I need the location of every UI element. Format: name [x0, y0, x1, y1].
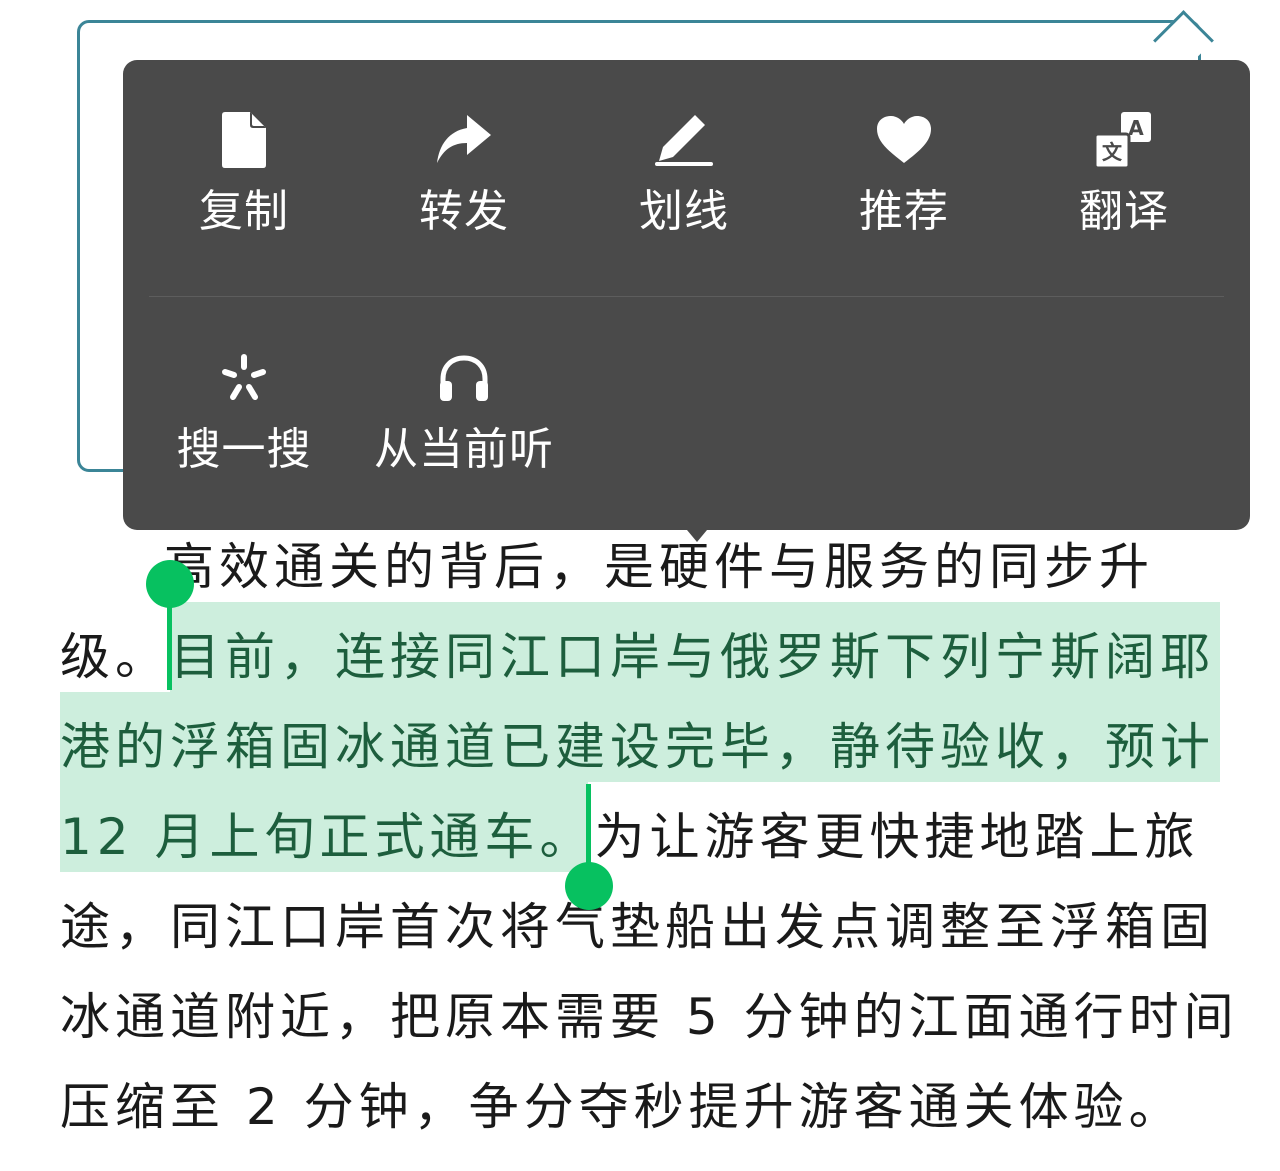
search-button[interactable]: 搜一搜	[134, 346, 354, 496]
line-4-plain-text: 为让游客更快捷地踏上旅	[594, 808, 1200, 866]
article-page: 复制 转发 划线 推荐 A 文 翻译 搜一搜 从当前听 高效通关的背后，是硬件与…	[0, 0, 1280, 1171]
underline-button[interactable]: 划线	[574, 108, 794, 258]
line-2-selected-text: 目前，连接同江口岸与俄罗斯下列宁斯阔耶	[170, 628, 1215, 686]
menu-divider	[149, 296, 1224, 297]
selection-start-handle[interactable]	[146, 560, 194, 608]
selection-end-handle[interactable]	[565, 862, 613, 910]
paragraph-line-2: 级。目前，连接同江口岸与俄罗斯下列宁斯阔耶	[60, 612, 1215, 702]
line-4-selected-text: 12 月上旬正式通车。	[60, 808, 595, 866]
menu-pointer-arrow	[677, 518, 717, 542]
translate-button[interactable]: A 文 翻译	[1014, 108, 1234, 258]
svg-text:文: 文	[1102, 140, 1123, 164]
search-label: 搜一搜	[176, 424, 312, 475]
paragraph-line-4: 12 月上旬正式通车。为让游客更快捷地踏上旅	[60, 792, 1200, 882]
translate-icon: A 文	[1092, 108, 1156, 172]
svg-text:A: A	[1128, 116, 1144, 140]
paragraph-line-6: 冰通道附近，把原本需要 5 分钟的江面通行时间	[60, 988, 1239, 1046]
search-sparkle-icon	[212, 346, 276, 410]
line-2-plain-text: 级。	[60, 628, 170, 686]
copy-label: 复制	[199, 186, 289, 237]
heart-icon	[872, 108, 936, 172]
forward-label: 转发	[419, 186, 509, 237]
selection-start-handle-bar	[167, 598, 172, 690]
paragraph-line-3: 港的浮箱固冰通道已建设完毕，静待验收，预计	[60, 718, 1215, 776]
translate-label: 翻译	[1079, 186, 1169, 237]
underline-label: 划线	[639, 186, 729, 237]
text-selection-menu: 复制 转发 划线 推荐 A 文 翻译 搜一搜 从当前听	[123, 60, 1250, 530]
document-icon	[212, 108, 276, 172]
recommend-label: 推荐	[859, 186, 949, 237]
paragraph-line-7: 压缩至 2 分钟，争分夺秒提升游客通关体验。	[60, 1078, 1184, 1136]
paragraph-line-5: 途，同江口岸首次将气垫船出发点调整至浮箱固	[60, 898, 1215, 956]
paragraph-line-1: 高效通关的背后，是硬件与服务的同步升	[164, 538, 1154, 596]
listen-from-here-label: 从当前听	[374, 424, 554, 475]
share-arrow-icon	[432, 108, 496, 172]
listen-from-here-button[interactable]: 从当前听	[354, 346, 574, 496]
copy-button[interactable]: 复制	[134, 108, 354, 258]
forward-button[interactable]: 转发	[354, 108, 574, 258]
recommend-button[interactable]: 推荐	[794, 108, 1014, 258]
pen-underline-icon	[652, 108, 716, 172]
headphones-icon	[432, 346, 496, 410]
